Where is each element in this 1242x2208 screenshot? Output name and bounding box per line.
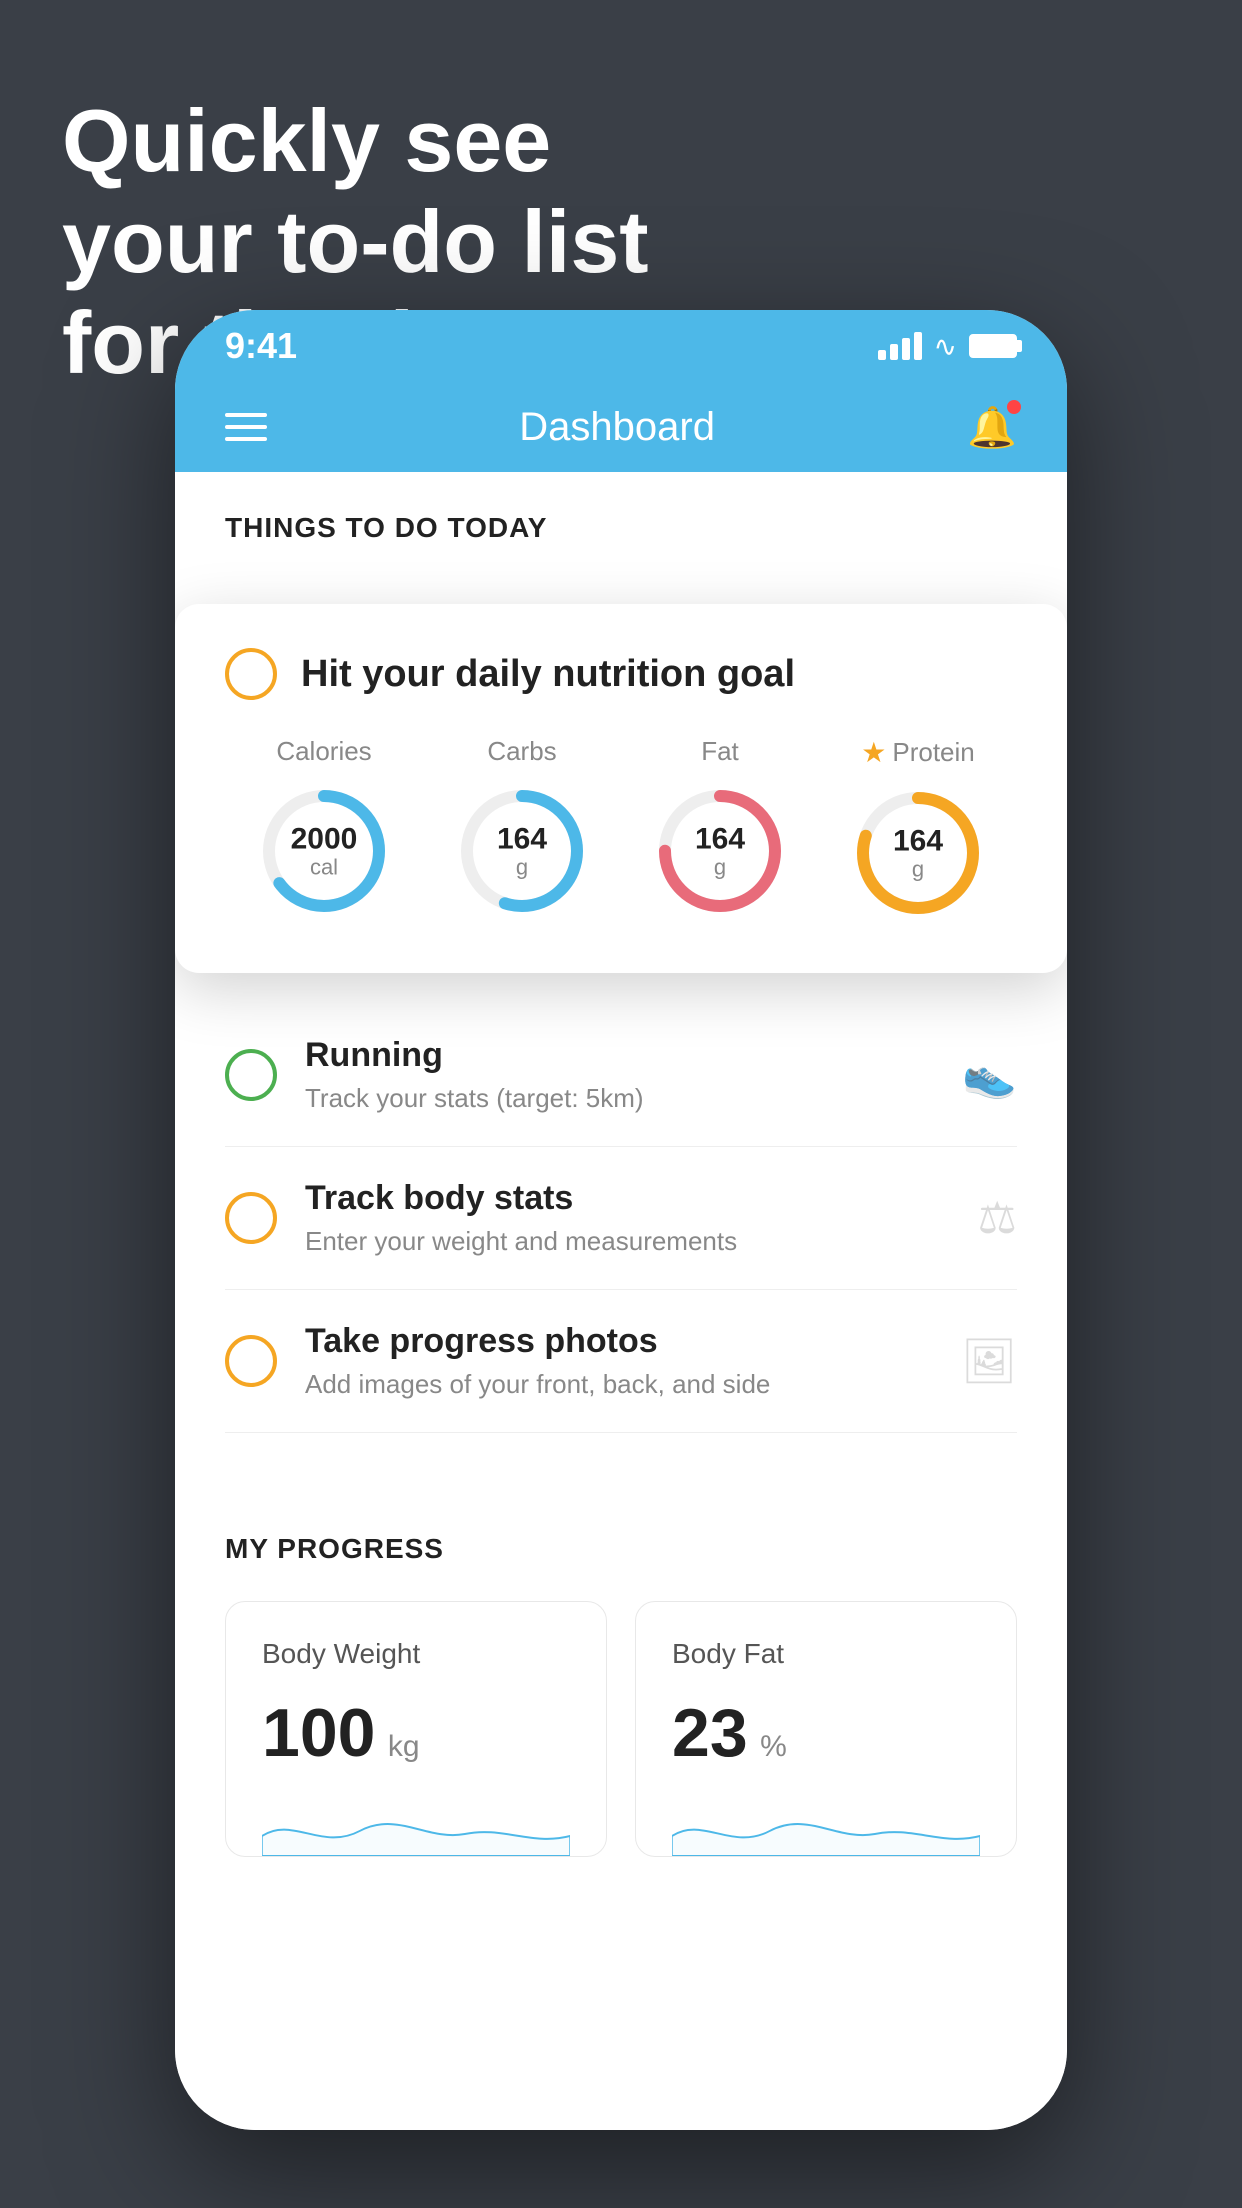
ring-unit: g xyxy=(497,855,547,879)
notification-button[interactable]: 🔔 xyxy=(967,404,1017,451)
nutrition-ring: 164 g xyxy=(848,783,988,923)
nutrition-item: ★ Protein 164 g xyxy=(848,736,988,923)
todo-content: Take progress photos Add images of your … xyxy=(305,1322,933,1400)
ring-text: 164 g xyxy=(497,822,547,879)
status-icons: ∿ xyxy=(878,330,1017,363)
nutrition-item: Carbs 164 g xyxy=(452,736,592,921)
nutrition-label: ★ Protein xyxy=(861,736,975,769)
nutrition-checkbox[interactable] xyxy=(225,648,277,700)
progress-section: MY PROGRESS Body Weight 100 kg Body Fat … xyxy=(175,1473,1067,1897)
ring-text: 164 g xyxy=(893,824,943,881)
nav-title: Dashboard xyxy=(519,405,715,450)
menu-button[interactable] xyxy=(225,413,267,441)
progress-card-value-row: 23 % xyxy=(672,1694,980,1772)
ring-value: 164 xyxy=(695,822,745,855)
todo-title: Running xyxy=(305,1036,934,1075)
ring-unit: g xyxy=(893,857,943,881)
progress-card-title: Body Fat xyxy=(672,1638,980,1670)
section-header-today: THINGS TO DO TODAY xyxy=(175,472,1067,564)
status-time: 9:41 xyxy=(225,325,297,367)
todo-item[interactable]: Track body stats Enter your weight and m… xyxy=(225,1147,1017,1290)
ring-value: 2000 xyxy=(291,822,358,855)
phone-body: THINGS TO DO TODAY Hit your daily nutrit… xyxy=(175,472,1067,2130)
battery-icon xyxy=(969,334,1017,358)
nutrition-item: Calories 2000 cal xyxy=(254,736,394,921)
todo-checkbox[interactable] xyxy=(225,1049,277,1101)
todo-checkbox[interactable] xyxy=(225,1192,277,1244)
progress-cards: Body Weight 100 kg Body Fat 23 % xyxy=(225,1601,1017,1857)
todo-subtitle: Add images of your front, back, and side xyxy=(305,1369,933,1400)
ring-value: 164 xyxy=(893,824,943,857)
nutrition-ring: 164 g xyxy=(650,781,790,921)
progress-card-value-row: 100 kg xyxy=(262,1694,570,1772)
progress-unit: kg xyxy=(388,1730,420,1763)
hero-line2: your to-do list xyxy=(62,191,649,292)
todo-title: Track body stats xyxy=(305,1179,950,1218)
progress-value: 23 xyxy=(672,1695,748,1771)
progress-card[interactable]: Body Weight 100 kg xyxy=(225,1601,607,1857)
todo-subtitle: Track your stats (target: 5km) xyxy=(305,1083,934,1114)
nutrition-item: Fat 164 g xyxy=(650,736,790,921)
signal-icon xyxy=(878,332,922,360)
progress-graph xyxy=(672,1796,980,1856)
ring-value: 164 xyxy=(497,822,547,855)
progress-card-title: Body Weight xyxy=(262,1638,570,1670)
hero-line1: Quickly see xyxy=(62,90,649,191)
nutrition-card: Hit your daily nutrition goal Calories 2… xyxy=(175,604,1067,973)
todo-item[interactable]: Running Track your stats (target: 5km) 👟 xyxy=(225,1004,1017,1147)
nutrition-ring: 2000 cal xyxy=(254,781,394,921)
todo-checkbox[interactable] xyxy=(225,1335,277,1387)
progress-unit: % xyxy=(760,1730,787,1763)
star-icon: ★ xyxy=(861,736,886,769)
ring-unit: g xyxy=(695,855,745,879)
nutrition-label: Fat xyxy=(701,736,739,767)
nutrition-label: Calories xyxy=(276,736,371,767)
ring-text: 164 g xyxy=(695,822,745,879)
phone-shell: 9:41 ∿ Dashboard 🔔 THINGS TO DO TODAY xyxy=(175,310,1067,2130)
todo-content: Track body stats Enter your weight and m… xyxy=(305,1179,950,1257)
todo-icon: 👟 xyxy=(962,1049,1017,1101)
todo-list: Running Track your stats (target: 5km) 👟… xyxy=(175,1004,1067,1433)
progress-value: 100 xyxy=(262,1695,375,1771)
nutrition-ring: 164 g xyxy=(452,781,592,921)
status-bar: 9:41 ∿ xyxy=(175,310,1067,382)
todo-icon: ⚖ xyxy=(978,1193,1017,1244)
todo-item[interactable]: Take progress photos Add images of your … xyxy=(225,1290,1017,1433)
nutrition-row: Calories 2000 cal Carbs 164 g xyxy=(225,736,1017,923)
todo-content: Running Track your stats (target: 5km) xyxy=(305,1036,934,1114)
todo-subtitle: Enter your weight and measurements xyxy=(305,1226,950,1257)
todo-icon: 🖼 xyxy=(961,1335,1017,1387)
todo-title: Take progress photos xyxy=(305,1322,933,1361)
ring-unit: cal xyxy=(291,855,358,879)
nav-bar: Dashboard 🔔 xyxy=(175,382,1067,472)
notification-dot xyxy=(1007,400,1021,414)
ring-text: 2000 cal xyxy=(291,822,358,879)
progress-card[interactable]: Body Fat 23 % xyxy=(635,1601,1017,1857)
wifi-icon: ∿ xyxy=(934,330,957,363)
progress-title: MY PROGRESS xyxy=(225,1533,1017,1565)
progress-graph xyxy=(262,1796,570,1856)
nutrition-label: Carbs xyxy=(487,736,556,767)
nutrition-card-title: Hit your daily nutrition goal xyxy=(301,653,795,696)
